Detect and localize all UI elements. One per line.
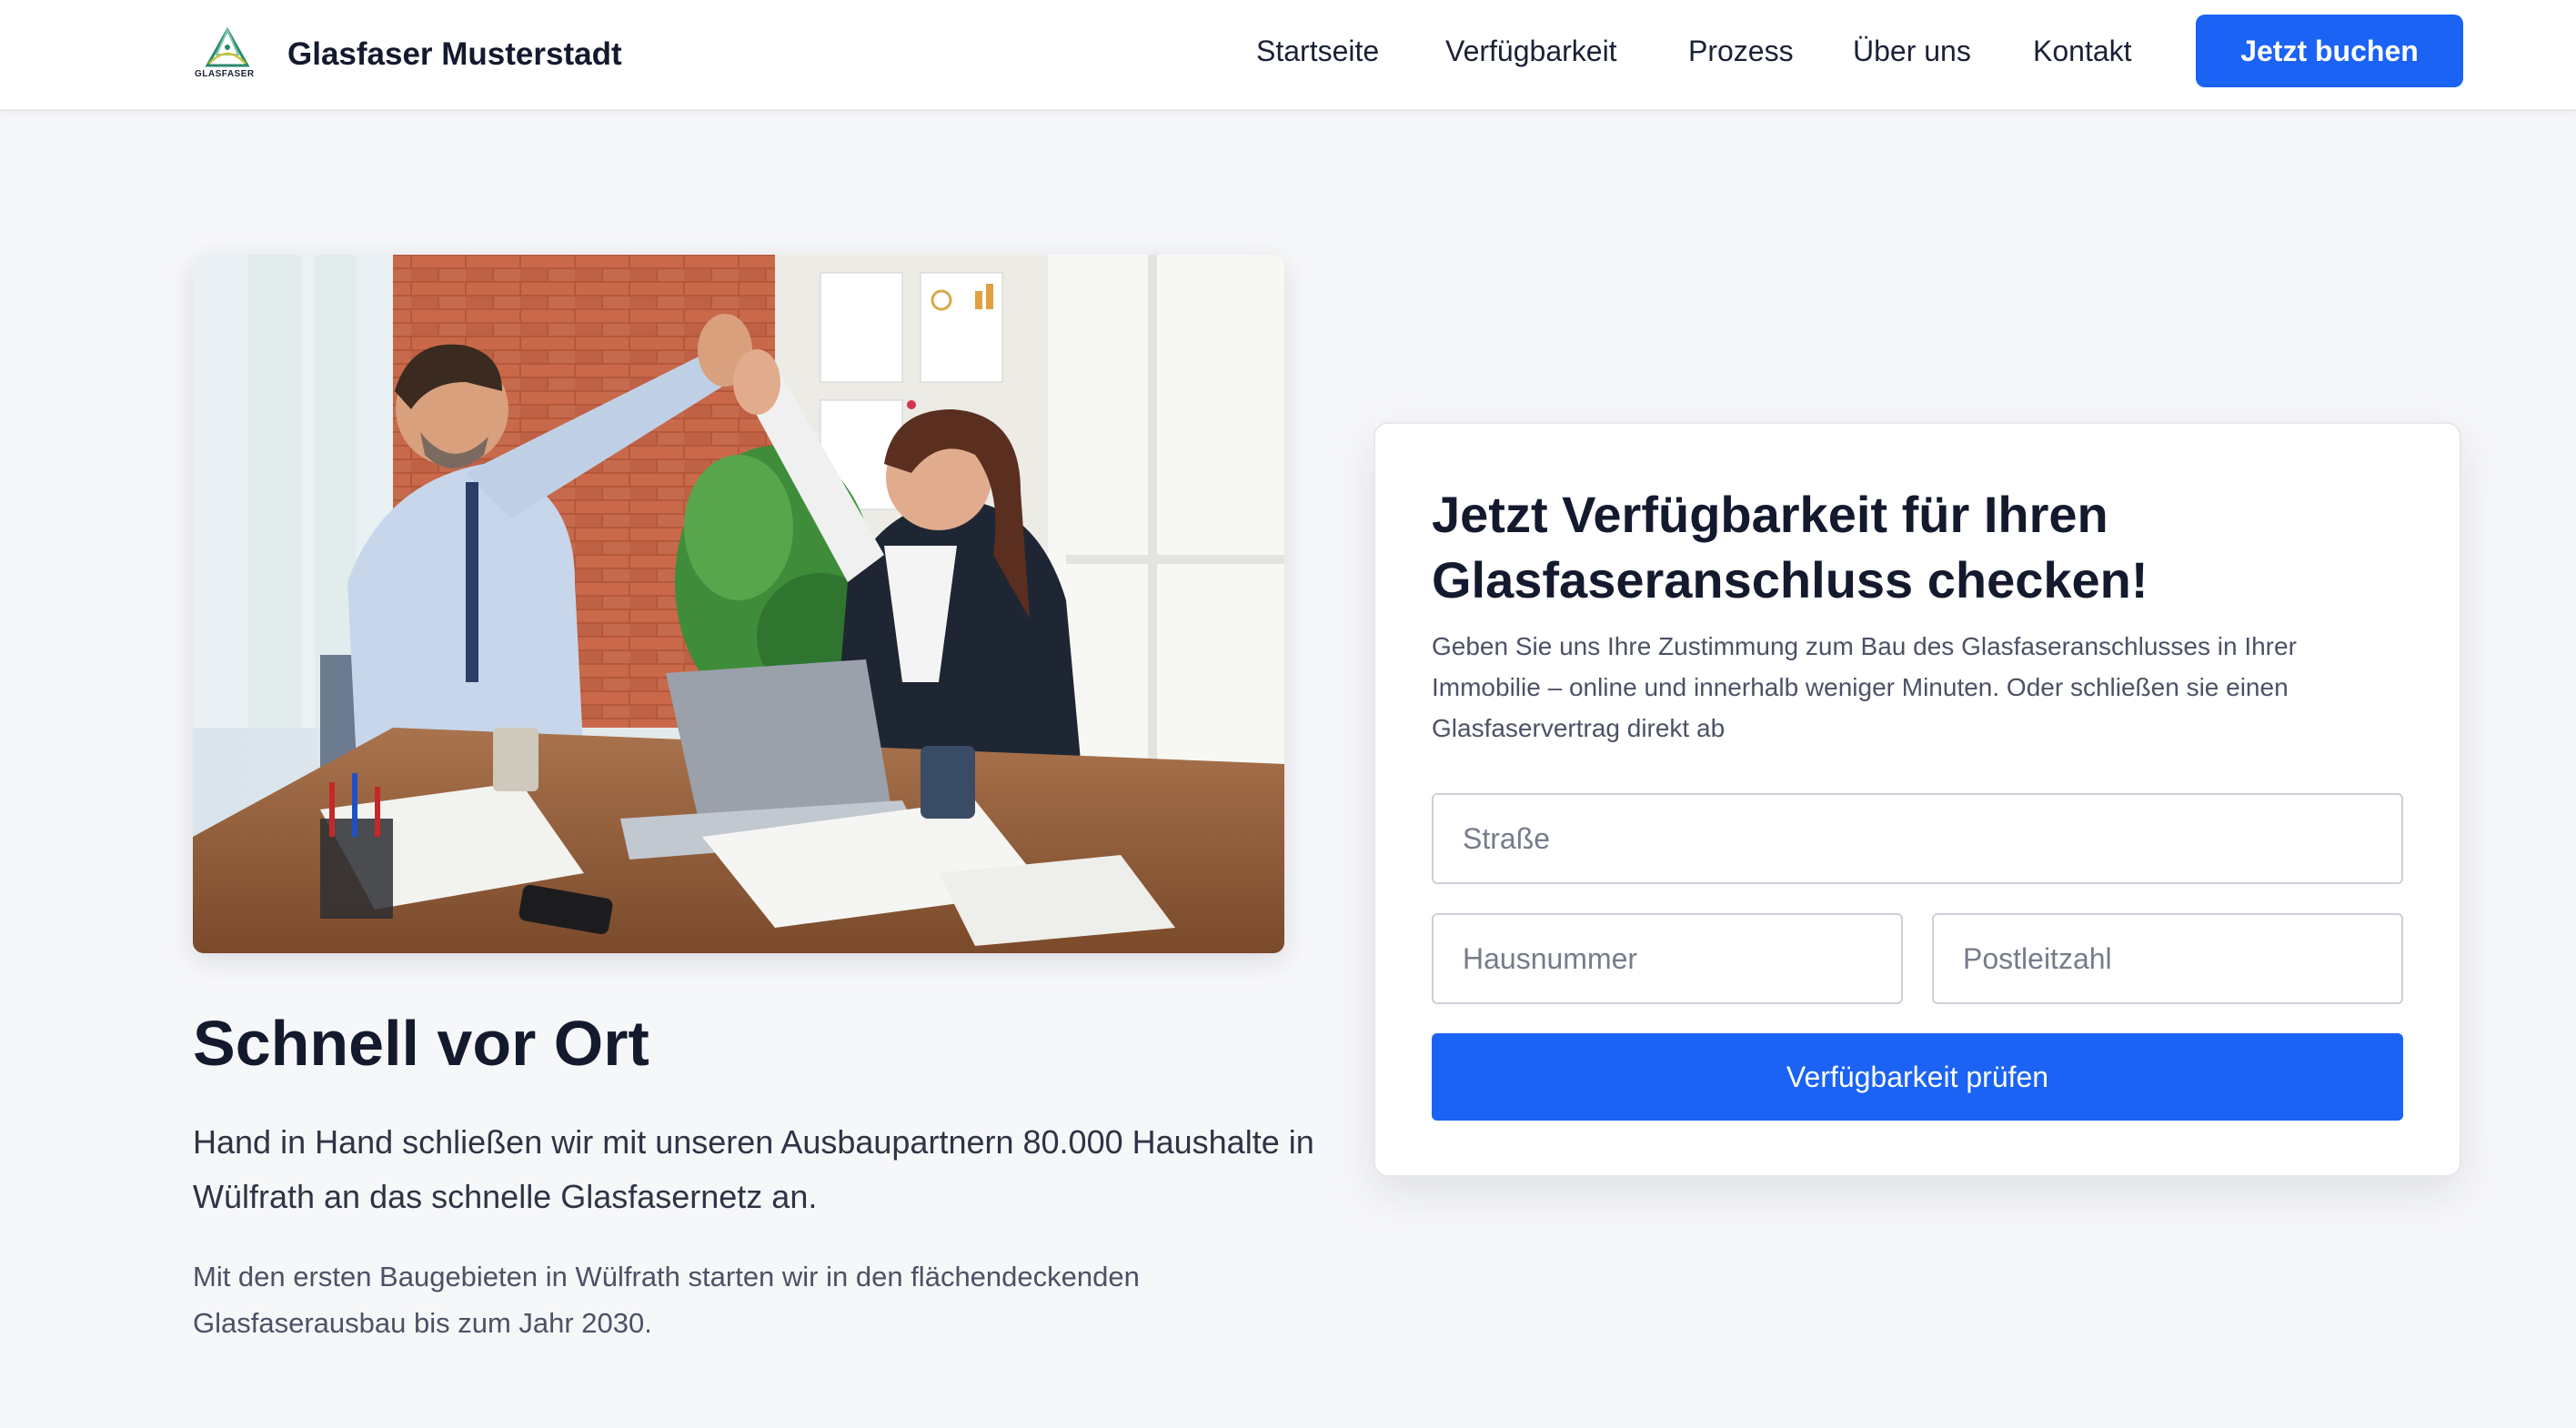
logo-wordmark: GLASFASER: [195, 69, 255, 79]
nav-link-verfuegbarkeit[interactable]: Verfügbarkeit: [1445, 33, 1617, 69]
nav-link-prozess[interactable]: Prozess: [1688, 33, 1794, 69]
brand-name: Glasfaser Musterstadt: [287, 36, 622, 72]
nav-link-kontakt[interactable]: Kontakt: [2033, 33, 2132, 69]
postal-code-input[interactable]: [1932, 913, 2403, 1004]
glasfaser-logo: GLASFASER: [193, 25, 262, 84]
hero-photo-colleagues-high-five: [193, 255, 1284, 953]
nav-link-startseite[interactable]: Startseite: [1256, 33, 1379, 69]
hero-body-text: Mit den ersten Baugebieten in Wülfrath s…: [193, 1261, 1140, 1339]
availability-card-description: Geben Sie uns Ihre Zustimmung zum Bau de…: [1432, 632, 2297, 742]
availability-check-card: Jetzt Verfügbarkeit für Ihren Glasfasera…: [1374, 422, 2461, 1177]
check-availability-button[interactable]: Verfügbarkeit prüfen: [1432, 1033, 2403, 1121]
nav-link-ueber-uns[interactable]: Über uns: [1853, 33, 1971, 69]
availability-card-title: Jetzt Verfügbarkeit für Ihren Glasfasera…: [1432, 486, 2148, 608]
hero-lead-text: Hand in Hand schließen wir mit unseren A…: [193, 1123, 1314, 1215]
top-navbar: GLASFASER Glasfaser Musterstadt Startsei…: [0, 0, 2576, 111]
house-number-input[interactable]: [1432, 913, 1903, 1004]
street-input[interactable]: [1432, 793, 2403, 884]
book-now-button[interactable]: Jetzt buchen: [2196, 15, 2463, 87]
hero-title: Schnell vor Ort: [193, 1008, 649, 1079]
brand-home-link[interactable]: GLASFASER Glasfaser Musterstadt: [193, 16, 622, 93]
